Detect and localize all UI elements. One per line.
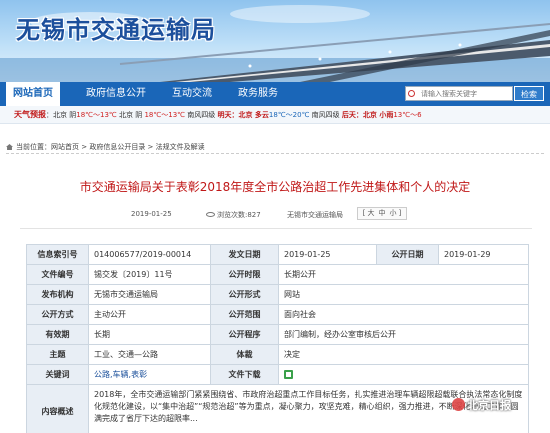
breadcrumb-item-home[interactable]: 网站首页 [51,143,79,151]
breadcrumb-separator: > [79,143,90,151]
file-number-value: 锡交发〔2019〕11号 [88,264,211,285]
file-number-label: 文件编号 [26,264,89,285]
index-number-value: 014006577/2019-00014 [88,244,211,265]
summary-label: 内容概述 [26,384,89,433]
subject-label: 主题 [26,344,89,365]
table-row: 发布机构 无锡市交通运输局 公开形式 网站 [26,284,529,305]
table-row: 主题 工业、交通—公路 体裁 决定 [26,344,529,365]
nav-item-gov-info[interactable]: 政府信息公开 [86,82,146,106]
public-scope-label: 公开范围 [210,304,279,325]
table-row: 文件编号 锡交发〔2019〕11号 公开时限 长期公开 [26,264,529,285]
nav-item-interaction[interactable]: 互动交流 [172,82,212,106]
keywords-label: 关键词 [26,364,89,385]
public-period-label: 公开时限 [210,264,279,285]
font-size-close: ] [398,209,402,217]
weather-after-temp: 13℃～6 [393,111,422,119]
search-field[interactable] [405,86,513,101]
weather-tomorrow-city: 明天：北京 多云 [217,111,269,119]
public-method-label: 公开方式 [26,304,89,325]
weather-today-city: ：北京 阴 [46,111,77,119]
breadcrumb-separator: > [145,143,156,151]
weather-tomorrow-temp: 18℃～20℃ [268,111,310,119]
breadcrumb-item-catalog[interactable]: 政府信息公开目录 [89,143,145,151]
weather-after-city: 后天：北京 小雨 [341,111,394,119]
weather-label: 天气预报 [14,110,46,119]
watermark-text: 北京日报 [467,399,511,412]
public-date-value: 2019-01-29 [438,244,529,265]
table-row: 信息索引号 014006577/2019-00014 发文日期 2019-01-… [26,244,529,265]
weather-bar: 天气预报：北京 阴18℃～13℃ 北京 阴 18℃～13℃ 南风四级 明天：北京… [0,106,550,124]
breadcrumb: 当前位置：网站首页 > 政府信息公开目录 > 法规文件及解读 [6,140,544,154]
home-icon [6,144,13,150]
issue-date-value: 2019-01-25 [278,244,377,265]
watermark-logo-icon [452,398,465,411]
issue-date-label: 发文日期 [210,244,279,265]
divider [20,228,532,229]
weather-today-temp: 18℃～13℃ [76,111,117,119]
public-form-value: 网站 [278,284,529,305]
publish-date: 2019-01-25 [131,210,172,218]
genre-value: 决定 [278,344,529,365]
source-watermark: 北京日报 [452,397,511,413]
public-period-value: 长期公开 [278,264,529,285]
font-size-open: [ [362,209,366,217]
eye-icon [206,212,215,217]
public-date-label: 公开日期 [376,244,439,265]
validity-label: 有效期 [26,324,89,345]
file-download-label: 文件下载 [210,364,279,385]
public-method-value: 主动公开 [88,304,211,325]
weather-today-temp-2: 18℃～13℃ [144,111,186,119]
font-size-medium[interactable]: 中 [379,209,386,217]
public-form-label: 公开形式 [210,284,279,305]
weather-today-tail: 北京 阴 [116,111,145,119]
table-row: 关键词 公路,车辆,表彰 文件下载 [26,364,529,385]
genre-label: 体裁 [210,344,279,365]
table-row: 公开方式 主动公开 公开范围 面向社会 [26,304,529,325]
nav-item-gov-service[interactable]: 政务服务 [238,82,278,106]
font-size-switcher: [大中小] [357,207,407,220]
font-size-large[interactable]: 大 [368,209,375,217]
site-banner: 无锡市交通运输局 [0,0,550,82]
search-icon [408,90,415,97]
search-button[interactable]: 检索 [514,86,544,101]
weather-wind: 南风四级 [185,111,218,119]
table-row: 有效期 长期 公开程序 部门编制，经办公室审核后公开 [26,324,529,345]
publisher-value: 无锡市交通运输局 [88,284,211,305]
view-count: 浏览次数:827 [206,210,261,220]
subject-value: 工业、交通—公路 [88,344,211,365]
keywords-value: 公路,车辆,表彰 [88,364,211,385]
breadcrumb-prefix: 当前位置： [16,143,51,151]
nav-item-home[interactable]: 网站首页 [6,82,60,106]
publisher-label: 发布机构 [26,284,89,305]
public-scope-value: 面向社会 [278,304,529,325]
weather-tomorrow-tail: 南风四级 [309,111,342,119]
breadcrumb-item-regulations[interactable]: 法规文件及解读 [156,143,205,151]
download-file-icon[interactable] [284,369,293,379]
public-procedure-value: 部门编制，经办公室审核后公开 [278,324,529,345]
article-source: 无锡市交通运输局 [287,211,343,219]
public-procedure-label: 公开程序 [210,324,279,345]
index-number-label: 信息索引号 [26,244,89,265]
page-title: 市交通运输局关于表彰2018年度全市公路治超工作先进集体和个人的决定 [79,180,471,194]
font-size-small[interactable]: 小 [390,209,397,217]
validity-value: 长期 [88,324,211,345]
site-title: 无锡市交通运输局 [16,16,216,44]
search-input[interactable] [406,87,512,100]
view-count-text: 浏览次数:827 [217,211,261,219]
file-download-cell [278,364,529,385]
